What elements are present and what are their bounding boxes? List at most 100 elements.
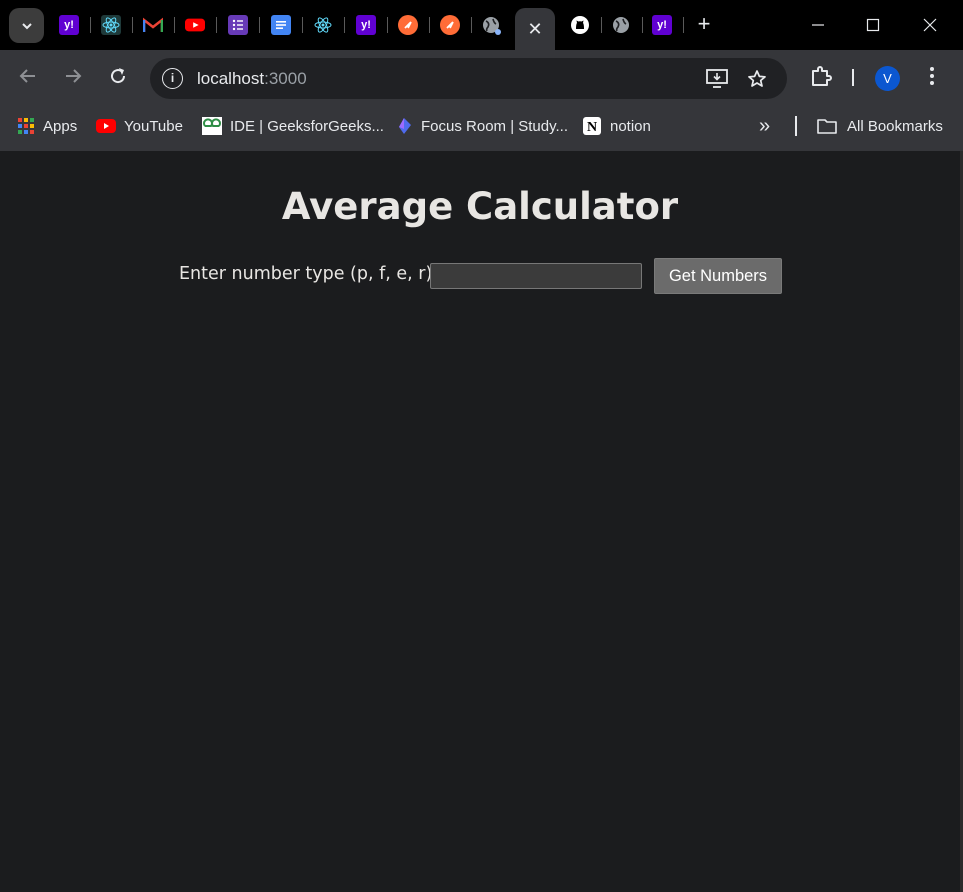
tab-postman-icon[interactable]	[398, 15, 418, 35]
star-icon	[748, 70, 766, 87]
gmail-icon	[143, 17, 163, 32]
tab-separator	[387, 17, 388, 33]
postman-icon	[446, 21, 454, 29]
tab-separator	[471, 17, 472, 33]
globe-icon	[483, 17, 501, 35]
folder-icon	[817, 117, 837, 135]
apps-grid-icon	[17, 117, 35, 135]
minimize-icon	[812, 24, 824, 26]
number-type-label: Enter number type (p, f, e, r):	[179, 264, 439, 284]
reload-button[interactable]	[105, 63, 131, 89]
tab-separator	[429, 17, 430, 33]
tab-separator	[90, 17, 91, 33]
bookmarks-overflow-button[interactable]: »	[759, 115, 770, 137]
github-icon	[571, 16, 589, 34]
forward-button[interactable]	[60, 63, 86, 89]
tab-react-icon[interactable]	[101, 15, 121, 35]
url-port: :3000	[264, 69, 307, 88]
install-app-icon	[706, 69, 728, 88]
tab-separator	[216, 17, 217, 33]
forms-icon	[232, 19, 243, 31]
youtube-icon	[96, 117, 116, 135]
bookmark-focus-room[interactable]: Focus Room | Study...	[395, 115, 568, 137]
tab-search-button[interactable]	[9, 8, 44, 43]
maximize-icon	[866, 18, 880, 32]
yahoo-icon-glyph: y!	[64, 19, 74, 31]
tab-forms-icon[interactable]	[228, 15, 248, 35]
tab-postman-icon[interactable]	[440, 15, 460, 35]
postman-icon	[404, 21, 412, 29]
bookmark-label: Focus Room | Study...	[421, 117, 569, 135]
tab-separator	[132, 17, 133, 33]
focus-room-icon	[395, 117, 413, 135]
tab-yahoo-icon[interactable]: y!	[652, 15, 672, 35]
toolbar-divider	[852, 69, 854, 86]
tab-separator	[344, 17, 345, 33]
arrow-left-icon	[19, 69, 35, 83]
bookmark-label: IDE | GeeksforGeeks...	[230, 117, 384, 135]
bookmark-notion[interactable]: N notion	[582, 115, 651, 137]
close-icon	[923, 18, 937, 32]
minimize-button[interactable]	[805, 12, 831, 38]
tab-separator	[302, 17, 303, 33]
yahoo-icon-glyph: y!	[657, 19, 667, 31]
bookmark-label: notion	[610, 117, 651, 135]
install-app-button[interactable]	[706, 68, 728, 90]
youtube-icon	[185, 18, 205, 32]
bookmark-label: Apps	[43, 117, 78, 135]
tab-docs-icon[interactable]	[271, 15, 291, 35]
tab-separator	[601, 17, 602, 33]
bookmark-youtube[interactable]: YouTube	[96, 115, 183, 137]
react-icon	[102, 17, 120, 33]
number-type-input[interactable]	[430, 263, 642, 289]
tab-strip: y! y! ✕ y! +	[0, 0, 963, 50]
close-tab-icon[interactable]: ✕	[527, 19, 542, 40]
all-bookmarks-label: All Bookmarks	[847, 117, 943, 135]
profile-avatar[interactable]: V	[875, 66, 900, 91]
tab-react-icon[interactable]	[313, 15, 333, 35]
tab-globe-icon[interactable]	[611, 15, 631, 35]
address-url[interactable]: localhost:3000	[197, 69, 307, 89]
get-numbers-button[interactable]: Get Numbers	[654, 258, 782, 294]
geeksforgeeks-icon	[202, 117, 222, 135]
site-info-icon[interactable]: i	[162, 68, 183, 89]
globe-icon	[613, 17, 629, 33]
tab-globe-icon[interactable]	[481, 15, 501, 35]
page-content: Average Calculator Enter number type (p,…	[0, 151, 960, 892]
tab-separator	[642, 17, 643, 33]
tab-active[interactable]: ✕	[515, 8, 555, 50]
close-window-button[interactable]	[917, 12, 943, 38]
browser-toolbar: i localhost:3000	[0, 50, 963, 102]
bookmarks-bar: Apps YouTube IDE | GeeksforGeeks... Focu…	[0, 102, 963, 151]
url-host: localhost	[197, 69, 265, 88]
bookmarks-divider	[795, 116, 797, 136]
docs-icon	[276, 21, 286, 29]
tab-gmail-icon[interactable]	[143, 15, 163, 35]
page-title: Average Calculator	[281, 185, 679, 228]
notion-icon: N	[582, 117, 602, 135]
extensions-button[interactable]	[809, 64, 833, 88]
chevron-down-icon	[21, 22, 32, 29]
back-button[interactable]	[15, 63, 41, 89]
new-tab-button[interactable]: +	[693, 13, 715, 35]
tab-yahoo-icon[interactable]: y!	[59, 15, 79, 35]
tab-separator	[683, 17, 684, 33]
address-bar[interactable]: i localhost:3000	[150, 58, 787, 99]
yahoo-icon-glyph: y!	[361, 19, 371, 31]
all-bookmarks-button[interactable]: All Bookmarks	[817, 115, 943, 137]
puzzle-icon	[812, 66, 832, 86]
bookmark-star-button[interactable]	[746, 68, 768, 90]
reload-icon	[111, 68, 126, 84]
bookmark-apps[interactable]: Apps	[17, 115, 77, 137]
tab-yahoo-icon[interactable]: y!	[356, 15, 376, 35]
bookmark-geeksforgeeks[interactable]: IDE | GeeksforGeeks...	[202, 115, 384, 137]
arrow-right-icon	[66, 69, 82, 83]
menu-button[interactable]	[920, 64, 944, 88]
tab-separator	[259, 17, 260, 33]
bookmark-label: YouTube	[124, 117, 183, 135]
browser-window: y! y! ✕ y! + i localhost:3000 V Apps You…	[0, 0, 963, 892]
maximize-button[interactable]	[860, 12, 886, 38]
tab-github-icon[interactable]	[570, 15, 590, 35]
svg-text:N: N	[587, 120, 597, 135]
tab-youtube-icon[interactable]	[185, 15, 205, 35]
